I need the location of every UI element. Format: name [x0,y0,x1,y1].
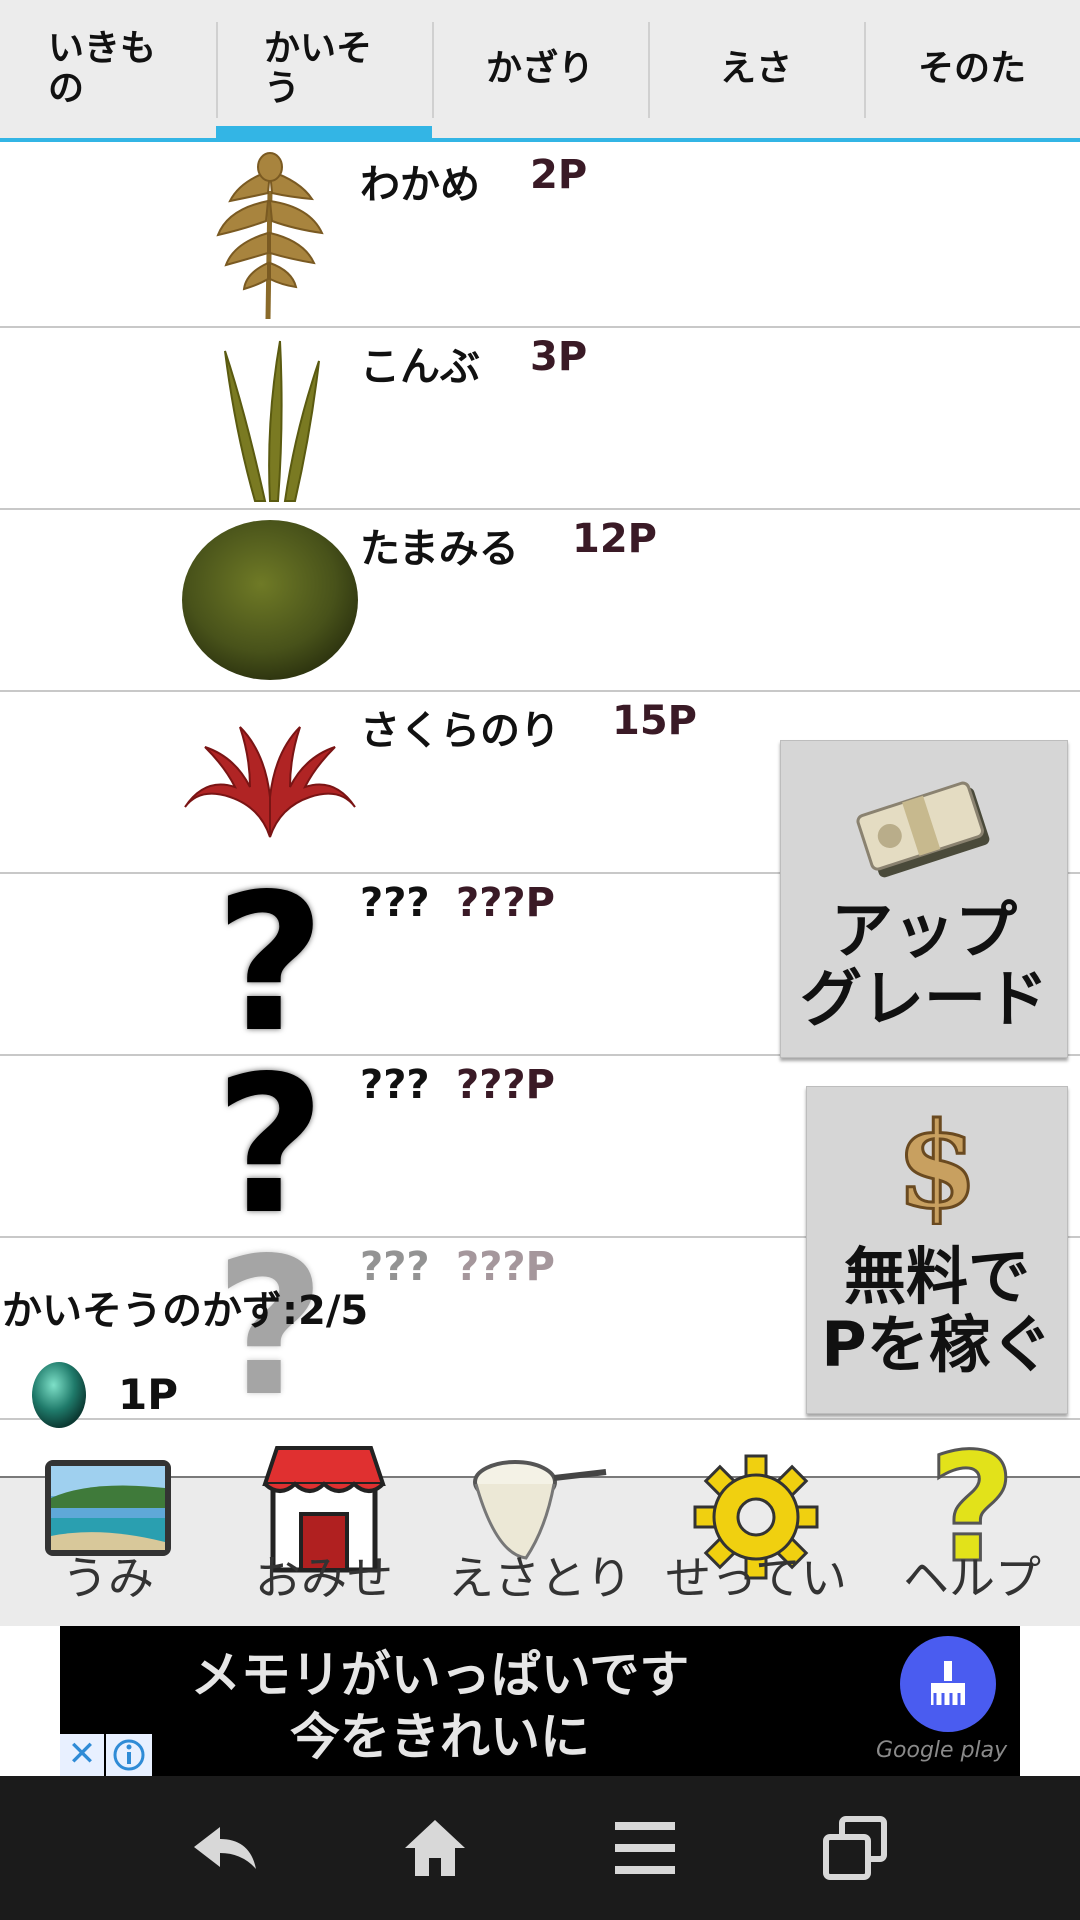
item-price: 2P [530,152,588,198]
earn-points-button[interactable]: $ 無料で Pを稼ぐ [806,1086,1068,1414]
nav-label: えさとり [448,1551,632,1605]
item-name: こんぶ [360,344,480,390]
tab-ikimono[interactable]: いきもの [0,0,216,138]
question-mark-icon: ? [214,1035,326,1256]
nav-label: せってい [665,1551,847,1605]
wakame-seaweed-icon [180,150,360,322]
item-name: たまみる [360,526,519,572]
tab-kaisou[interactable]: かいそう [216,0,432,142]
svg-text:$: $ [896,1105,978,1225]
nav-omise[interactable]: おみせ [216,1446,432,1626]
ad-line-2: 今をきれいに [290,1708,590,1766]
ad-banner[interactable]: メモリがいっぱいです 今をきれいに Google play [60,1626,1020,1776]
list-item[interactable]: わかめ 2P [0,146,1080,328]
tab-label: そのた [917,48,1026,89]
tab-kazari[interactable]: かざり [432,0,648,138]
tab-label: かざり [485,48,594,89]
tab-label: えさ [719,48,792,89]
back-icon[interactable] [120,1823,330,1873]
kelp-icon [180,332,360,504]
tab-sonota[interactable]: そのた [864,0,1080,138]
upgrade-label: アップ グレード [799,894,1048,1035]
nav-help[interactable]: ? ヘルプ [864,1442,1080,1626]
item-price: ???P [456,1244,555,1290]
category-tab-bar: いきもの かいそう かざり えさ そのた [0,0,1080,142]
nav-esatori[interactable]: えさとり [432,1460,648,1626]
ad-info-icon[interactable] [106,1734,152,1776]
item-price: 3P [530,334,588,380]
money-bundle-icon [856,781,990,878]
item-name: ??? [360,880,430,926]
points-value: 1P [118,1370,179,1419]
earn-points-label: 無料で Pを稼ぐ [821,1240,1053,1381]
red-seaweed-icon [180,696,360,868]
home-icon[interactable] [330,1818,540,1878]
system-navigation-bar [0,1776,1080,1920]
ad-line-1: メモリがいっぱいです [190,1646,690,1704]
dollar-sign-icon: $ [894,1105,979,1225]
bottom-action-bar: うみ おみせ えさとり せってい ? ヘルプ [0,1442,1080,1626]
tab-label: いきもの [48,28,157,109]
upgrade-button[interactable]: アップ グレード [780,740,1068,1058]
recent-apps-icon[interactable] [750,1815,960,1881]
gem-icon [32,1362,86,1428]
nav-label: ヘルプ [903,1551,1041,1605]
list-item[interactable]: こんぶ 3P [0,328,1080,510]
nav-label: おみせ [255,1551,393,1605]
seaweed-count-label: かいそうのかず:2/5 [2,1288,369,1334]
ad-close-icon[interactable]: ✕ [60,1734,104,1776]
item-price: 12P [572,516,657,562]
ad-headline: メモリがいっぱいです 今をきれいに [60,1644,820,1768]
tab-esa[interactable]: えさ [648,0,864,138]
item-name: わかめ [360,162,480,208]
item-name: ??? [360,1062,430,1108]
marimo-ball-icon [180,514,360,686]
nav-settei[interactable]: せってい [648,1454,864,1626]
nav-label: うみ [62,1551,154,1605]
tab-label: かいそう [264,28,373,109]
google-play-badge: Google play [876,1738,1008,1763]
item-name: ??? [360,1244,430,1290]
item-price: 15P [612,698,697,744]
item-name: さくらのり [360,708,560,754]
list-item[interactable]: たまみる 12P [0,510,1080,692]
item-price: ???P [456,1062,555,1108]
item-price: ???P [456,880,555,926]
nav-umi[interactable]: うみ [0,1460,216,1626]
broom-icon [900,1636,996,1732]
question-mark-icon: ? [214,853,326,1074]
menu-icon[interactable] [540,1820,750,1876]
